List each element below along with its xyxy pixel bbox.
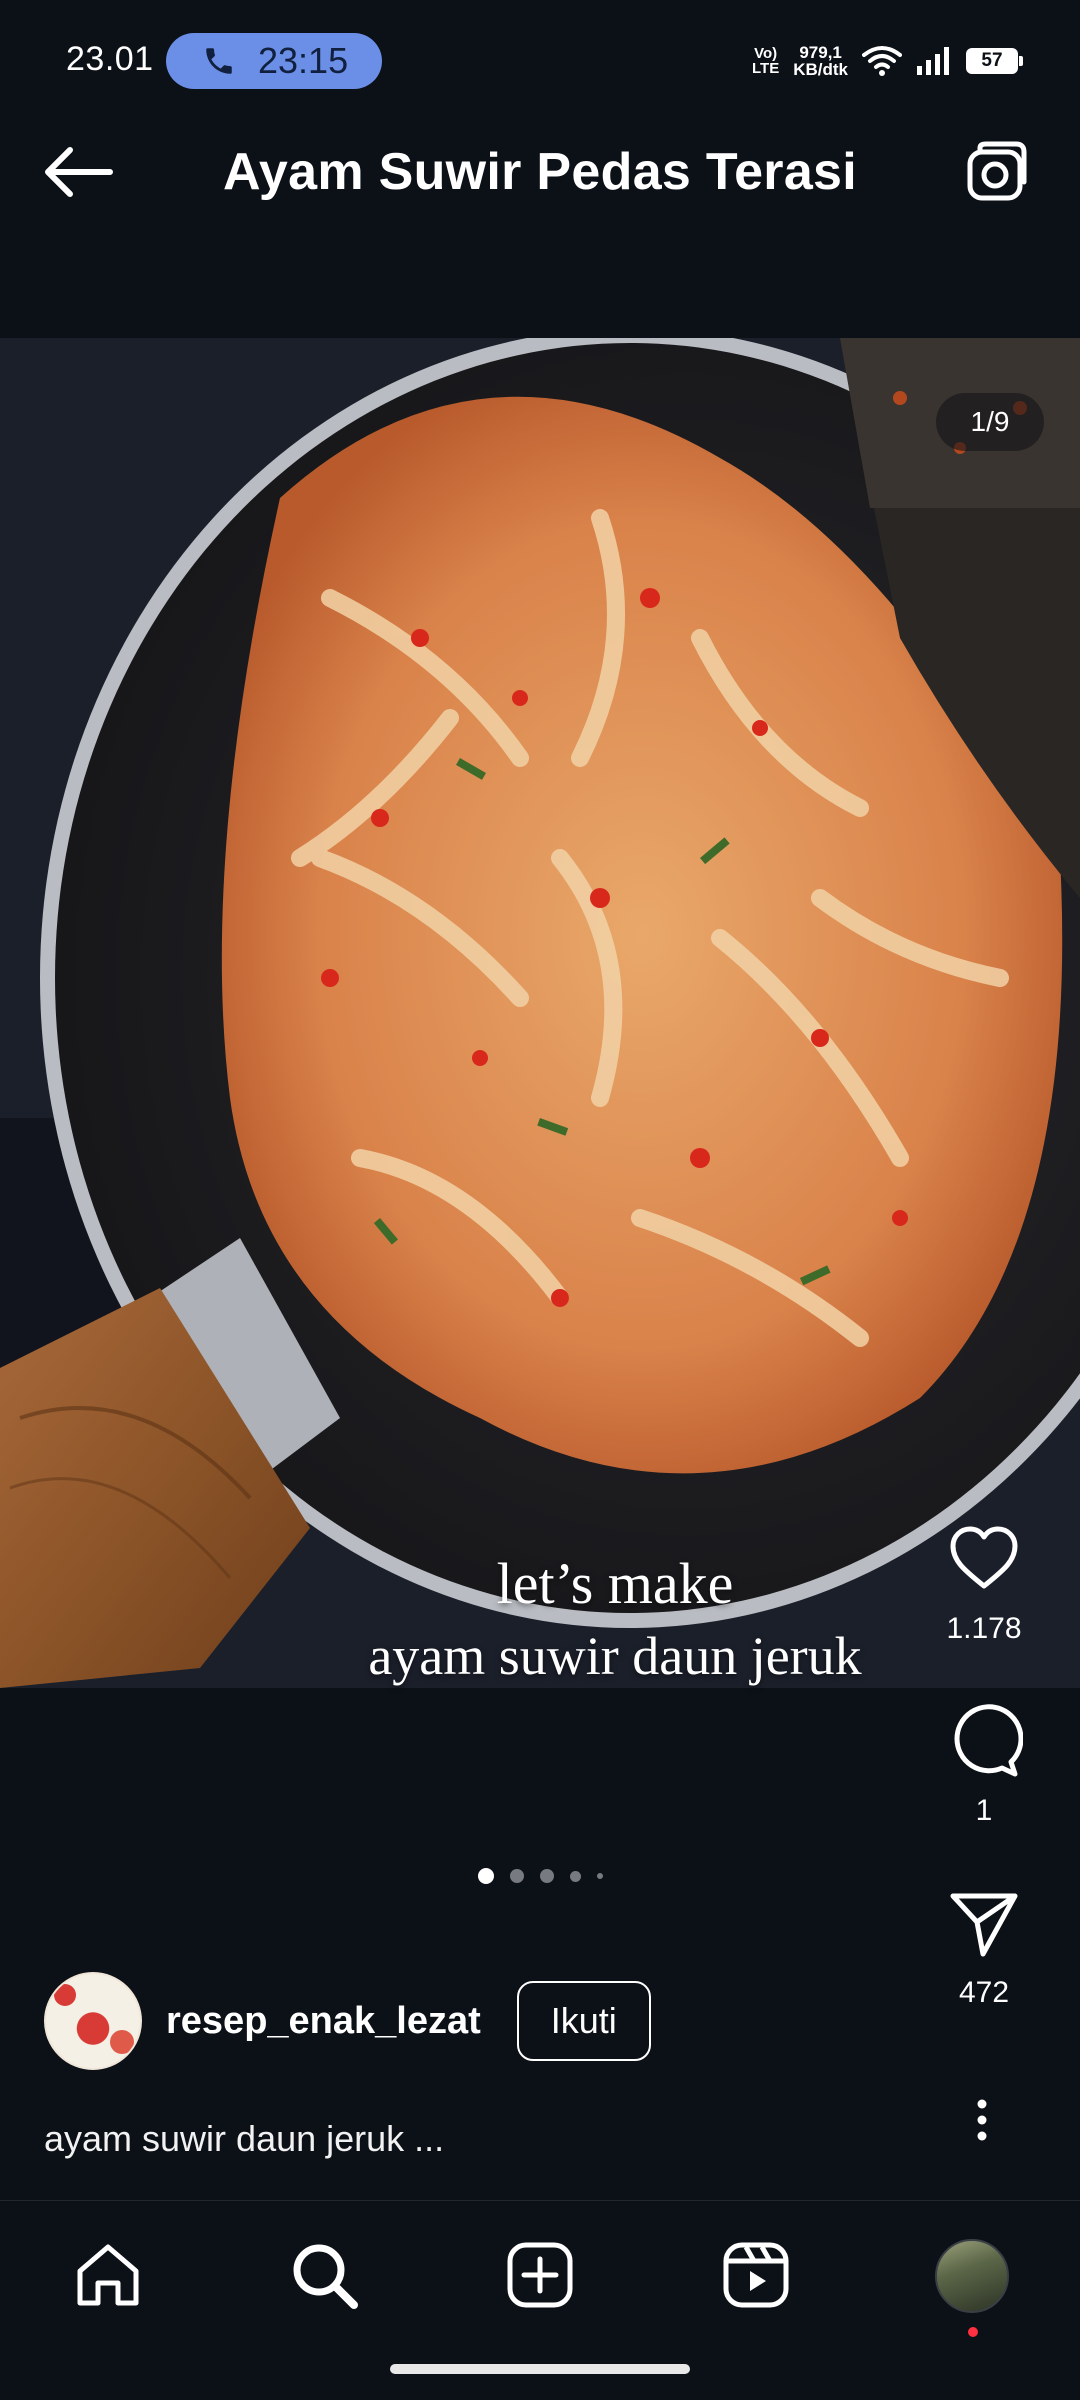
carousel-dot — [477, 1868, 494, 1884]
post-caption[interactable]: ayam suwir daun jeruk ... — [44, 2118, 444, 2160]
home-indicator[interactable] — [390, 2364, 690, 2374]
image-counter-badge: 1/9 — [936, 393, 1044, 451]
author-username[interactable]: resep_enak_lezat — [166, 2000, 481, 2043]
status-time: 23.01 — [66, 40, 154, 78]
battery-indicator: 57 — [966, 48, 1023, 74]
comment-icon[interactable] — [945, 1702, 1023, 1780]
ongoing-call-pill[interactable]: 23:15 — [166, 33, 382, 89]
call-timer: 23:15 — [258, 40, 349, 81]
carousel-dot — [509, 1869, 524, 1883]
add-post-icon[interactable] — [500, 2235, 580, 2315]
food-photo-illustration — [0, 338, 1080, 1688]
camera-icon[interactable] — [962, 138, 1030, 206]
heart-icon[interactable] — [945, 1520, 1023, 1598]
comment-action[interactable]: 1 — [945, 1702, 1023, 1828]
search-icon[interactable] — [284, 2235, 364, 2315]
carousel-dot — [539, 1869, 554, 1883]
signal-icon — [917, 47, 949, 75]
author-row: resep_enak_lezat Ikuti — [44, 1972, 651, 2070]
wifi-icon — [862, 46, 902, 76]
page-title: Ayam Suwir Pedas Terasi — [222, 143, 858, 201]
like-count: 1.178 — [946, 1612, 1022, 1645]
back-arrow-icon[interactable] — [40, 142, 116, 202]
network-speed: 979,1 KB/dtk — [793, 43, 848, 79]
comment-count: 1 — [975, 1794, 993, 1827]
reels-icon[interactable] — [716, 2235, 796, 2315]
status-icons: Vo) LTE 979,1 KB/dtk 57 — [752, 38, 1023, 84]
carousel-dot — [569, 1870, 581, 1882]
carousel-dot — [596, 1873, 603, 1879]
phone-icon — [206, 48, 232, 74]
volte-indicator: Vo) LTE — [752, 45, 780, 77]
post-actions: 1.178 1 472 — [914, 1520, 1054, 2010]
follow-button[interactable]: Ikuti — [516, 1981, 651, 2061]
share-action[interactable]: 472 — [945, 1884, 1023, 2010]
profile-avatar[interactable] — [935, 2239, 1009, 2313]
post-image[interactable] — [0, 338, 1080, 1688]
post-header: Ayam Suwir Pedas Terasi — [0, 96, 1080, 246]
send-icon[interactable] — [945, 1884, 1023, 1962]
like-action[interactable]: 1.178 — [945, 1520, 1023, 1646]
author-avatar[interactable] — [44, 1972, 142, 2070]
status-bar: 23.01 23:15 Vo) LTE 979,1 KB/dtk 57 — [0, 0, 1080, 96]
notification-dot — [968, 2327, 978, 2337]
carousel-indicator — [0, 1868, 1080, 1884]
share-count: 472 — [958, 1976, 1010, 2009]
home-icon[interactable] — [68, 2235, 148, 2315]
more-vertical-icon[interactable] — [958, 2096, 1006, 2144]
